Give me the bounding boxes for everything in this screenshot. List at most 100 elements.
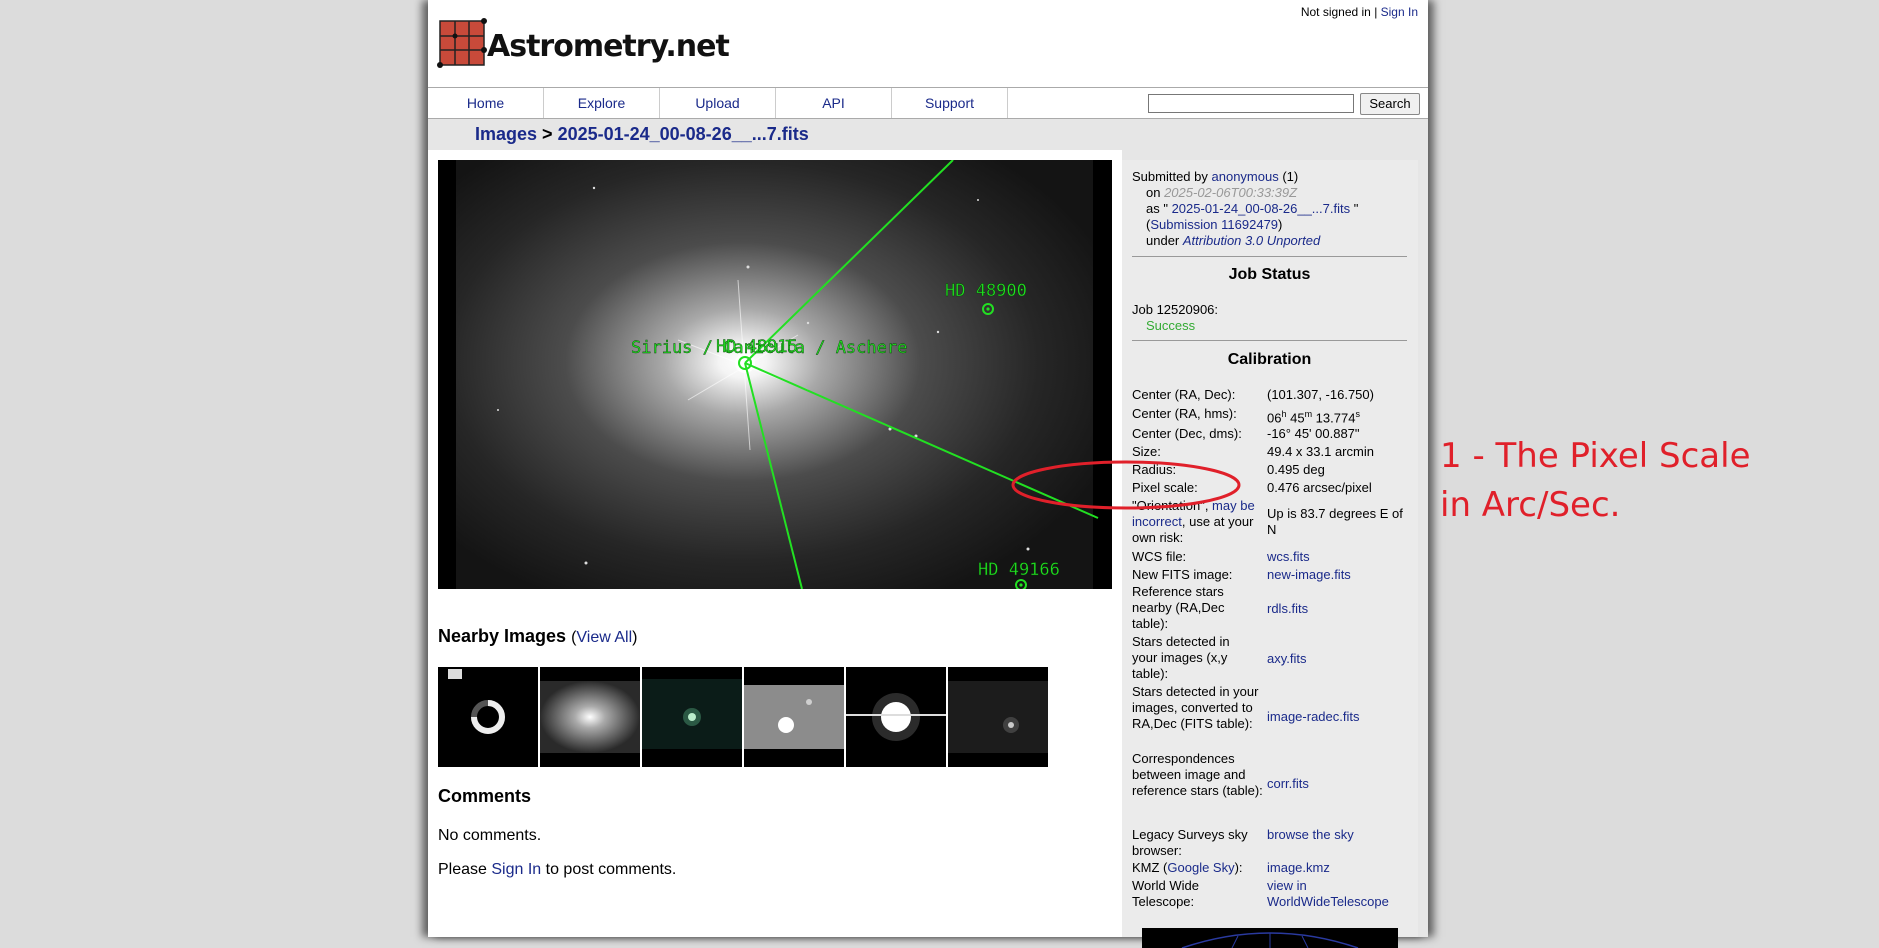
sign-in-link[interactable]: Sign In — [1381, 5, 1418, 19]
not-signed-in-text: Not signed in | — [1300, 5, 1381, 19]
label-hd48915: HD 48915 — [716, 337, 798, 357]
submission-date: 2025-02-06T00:33:39Z — [1164, 185, 1298, 200]
sub-close: ) — [1278, 217, 1283, 232]
content-area: HD 48900 HD 49166 Sirius / Canicula / As… — [428, 150, 1428, 948]
submission-link[interactable]: Submission 11692479 — [1150, 217, 1278, 232]
ra-minutes: 45 — [1286, 410, 1305, 426]
job-status-badge: Success — [1146, 318, 1196, 333]
size-value: 49.4 x 33.1 arcmin — [1267, 444, 1374, 459]
kmz-label-text: KMZ ( — [1132, 860, 1168, 875]
nearby-thumb-6[interactable] — [948, 667, 1048, 767]
annotation-note: 1 - The Pixel Scale in Arc/Sec. — [1440, 436, 1751, 525]
radius-value: 0.495 deg — [1267, 462, 1325, 477]
job-id: Job 12520906: — [1132, 302, 1219, 317]
main-column: HD 48900 HD 49166 Sirius / Canicula / As… — [428, 150, 1122, 937]
nearby-thumb-5[interactable] — [846, 667, 946, 767]
thumb-star-bright — [846, 693, 946, 741]
browse-sky-link[interactable]: browse the sky — [1267, 827, 1417, 843]
under-text: under — [1146, 233, 1183, 248]
submitter-link[interactable]: anonymous — [1212, 169, 1279, 184]
nav-upload[interactable]: Upload — [660, 88, 776, 118]
calibration-heading: Calibration — [1227, 351, 1312, 368]
wwt-label: World Wide Telescope: — [1132, 878, 1199, 909]
comments-sign-in-link[interactable]: Sign In — [491, 861, 541, 878]
logo-text: Astrometry.net — [487, 29, 730, 64]
license-link[interactable]: Attribution 3.0 Unported — [1183, 233, 1320, 248]
center-hms-label: Center (RA, hms): — [1132, 406, 1237, 421]
nearby-thumb-3[interactable] — [642, 667, 742, 767]
sky-map-preview[interactable] — [1142, 928, 1398, 948]
thumb-star-glow — [540, 681, 640, 753]
no-comments-text: No comments. — [438, 827, 542, 844]
nav-support[interactable]: Support — [892, 88, 1008, 118]
nav-home[interactable]: Home — [428, 88, 544, 118]
kmz-label: KMZ (Google Sky): — [1132, 860, 1262, 876]
thumb-star-small — [948, 681, 1048, 753]
center-radec-value: (101.307, -16.750) — [1267, 387, 1374, 402]
thumb-star-grey — [744, 685, 844, 749]
view-all: (View All) — [571, 629, 637, 646]
logo-grid-icon — [437, 18, 487, 68]
thumb-star-teal — [642, 679, 742, 749]
signin-status: Not signed in | Sign In — [1301, 5, 1418, 19]
search-input[interactable] — [1148, 94, 1354, 113]
submission-info: Submitted by anonymous (1) on 2025-02-06… — [1132, 169, 1412, 249]
comments-heading: Comments — [438, 786, 532, 806]
main-nav: Home Explore Upload API Support Search — [428, 87, 1428, 119]
as-prefix: as " — [1146, 201, 1172, 216]
center-dms-value: -16° 45' 00.887" — [1267, 426, 1360, 441]
pixel-scale-value: 0.476 arcsec/pixel — [1267, 480, 1372, 495]
wwt-link[interactable]: view in WorldWideTelescope — [1267, 878, 1407, 910]
wcs-file-link[interactable]: wcs.fits — [1267, 549, 1417, 565]
nav-explore[interactable]: Explore — [544, 88, 660, 118]
label-hd48900: HD 48900 — [945, 281, 1027, 301]
kmz-label-close: ): — [1234, 860, 1243, 875]
nav-api[interactable]: API — [776, 88, 892, 118]
kmz-link[interactable]: image.kmz — [1267, 860, 1417, 876]
axy-link[interactable]: axy.fits — [1267, 651, 1417, 667]
legacy-label: Legacy Surveys sky browser: — [1132, 827, 1248, 858]
please-text: Please — [438, 861, 492, 878]
breadcrumb-file-link[interactable]: 2025-01-24_00-08-26__...7.fits — [558, 124, 809, 144]
corr-label: Correspondences between image and refere… — [1132, 751, 1263, 798]
label-hd49166: HD 49166 — [978, 560, 1060, 580]
center-dms-label: Center (Dec, dms): — [1132, 426, 1242, 441]
divider — [1132, 340, 1407, 341]
ra-hours: 06 — [1267, 410, 1282, 426]
axy-label: Stars detected in your images (x,y table… — [1132, 634, 1230, 681]
annotated-sky-image[interactable]: HD 48900 HD 49166 Sirius / Canicula / As… — [438, 160, 1112, 589]
rdls-link[interactable]: rdls.fits — [1267, 601, 1417, 617]
job-status-heading: Job Status — [1228, 266, 1311, 283]
submitted-by-text: Submitted by — [1132, 169, 1212, 184]
as-suffix: " — [1350, 201, 1359, 216]
corr-link[interactable]: corr.fits — [1267, 776, 1417, 792]
loading-spinner-icon — [448, 669, 505, 734]
nearby-thumb-1[interactable] — [438, 667, 538, 767]
radius-label: Radius: — [1132, 462, 1177, 477]
wcs-label: WCS file: — [1132, 549, 1187, 564]
nearby-thumb-2[interactable] — [540, 667, 640, 767]
size-label: Size: — [1132, 444, 1161, 459]
google-sky-link[interactable]: Google Sky — [1167, 860, 1234, 875]
nearby-thumb-4[interactable] — [744, 667, 844, 767]
orientation-value: Up is 83.7 degrees E of N — [1267, 506, 1403, 537]
image-radec-link[interactable]: image-radec.fits — [1267, 709, 1417, 725]
breadcrumb: Images > 2025-01-24_00-08-26__...7.fits — [475, 124, 809, 145]
image-radec-label: Stars detected in your images, converted… — [1132, 684, 1259, 731]
view-all-link[interactable]: View All — [576, 629, 632, 646]
search-button[interactable]: Search — [1360, 93, 1420, 115]
astrometry-logo[interactable]: Astrometry.net — [437, 15, 730, 73]
breadcrumb-images-link[interactable]: Images — [475, 124, 537, 144]
nearby-images-heading: Nearby Images (View All) — [438, 626, 637, 647]
new-fits-label: New FITS image: — [1132, 567, 1233, 582]
center-radec-label: Center (RA, Dec): — [1132, 387, 1236, 402]
submission-file-link[interactable]: 2025-01-24_00-08-26__...7.fits — [1172, 201, 1351, 216]
on-text: on — [1146, 185, 1165, 200]
new-fits-link[interactable]: new-image.fits — [1267, 567, 1417, 583]
submitter-count: (1) — [1278, 169, 1299, 184]
breadcrumb-bar: Images > 2025-01-24_00-08-26__...7.fits — [428, 119, 1428, 150]
breadcrumb-separator: > — [537, 124, 558, 144]
to-post-text: to post comments. — [541, 861, 677, 878]
ref-stars-label: Reference stars nearby (RA,Dec table): — [1132, 584, 1225, 631]
page-container: Not signed in | Sign In Astrometry.net H… — [428, 0, 1428, 948]
